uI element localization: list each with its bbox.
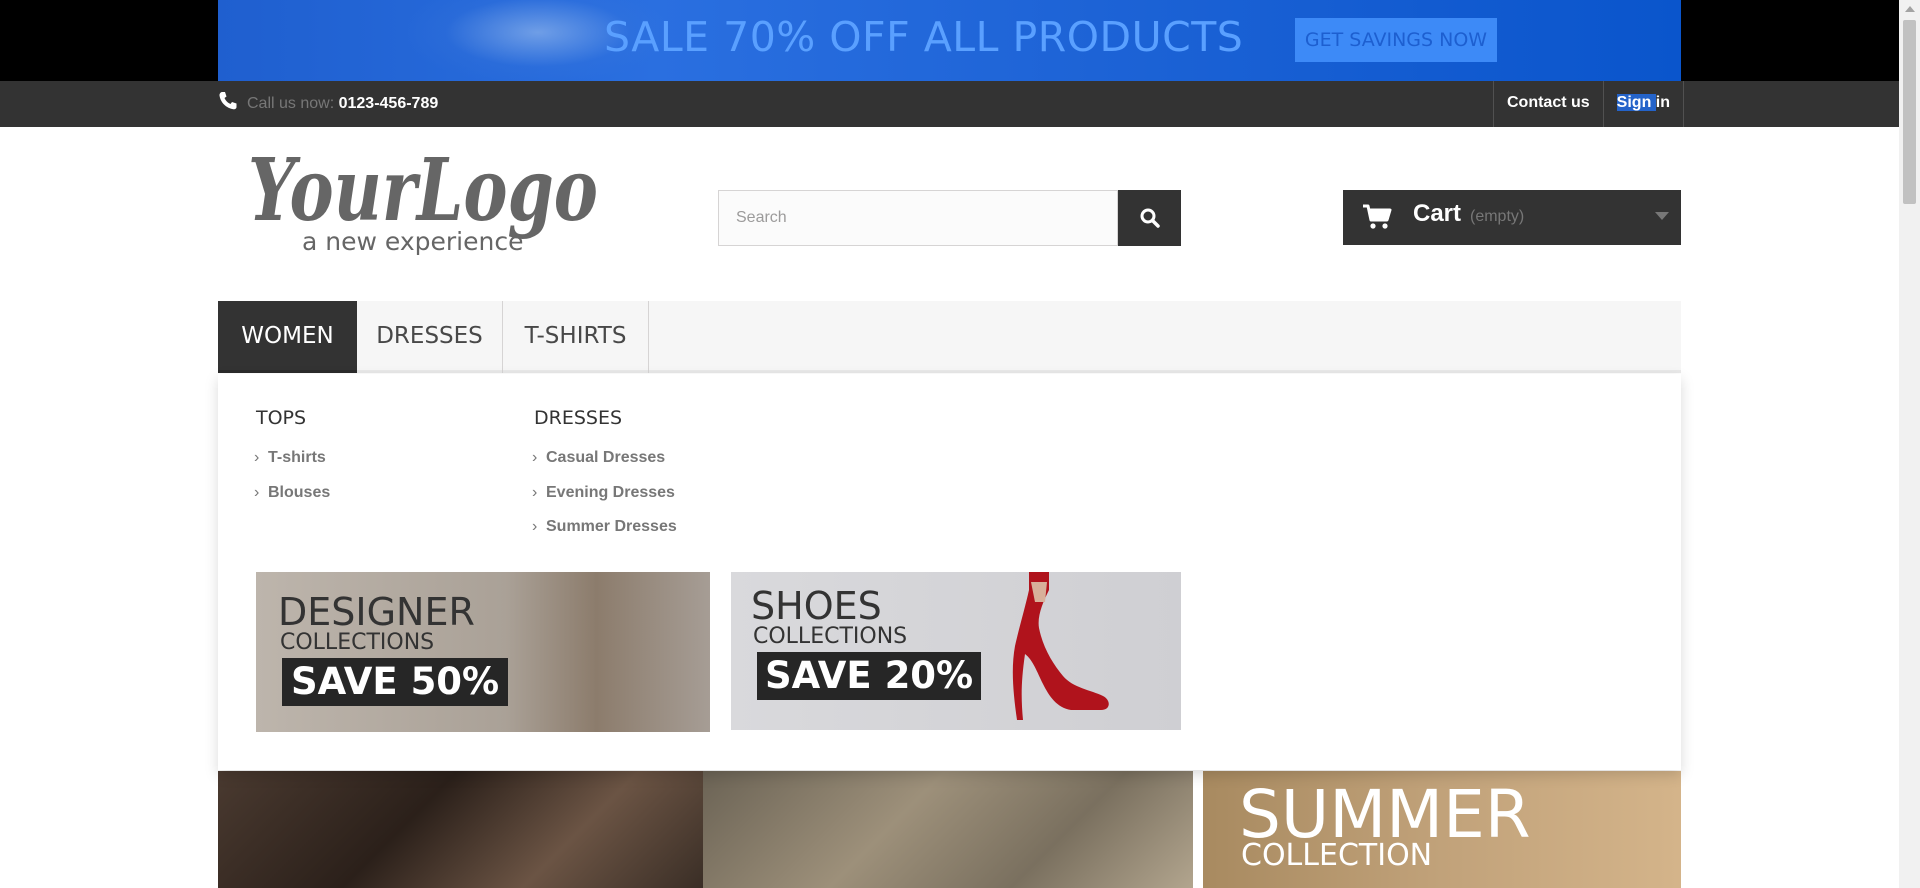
promo-discount: SAVE 20%	[757, 652, 982, 700]
category-title-tops[interactable]: TOPS	[256, 407, 306, 429]
search-icon	[1140, 208, 1160, 228]
get-savings-button[interactable]: GET SAVINGS NOW	[1295, 18, 1497, 62]
subcategory-link[interactable]: › Summer Dresses	[532, 518, 677, 536]
logo-tagline: a new experience	[302, 227, 523, 256]
menu-item-dresses[interactable]: DRESSES	[357, 301, 503, 373]
search-input[interactable]: Search	[718, 190, 1118, 246]
subcategory-label: Blouses	[268, 484, 331, 501]
shopping-cart-icon	[1363, 204, 1392, 229]
chevron-right-icon: ›	[254, 449, 260, 466]
slider-image-3[interactable]: SUMMER COLLECTION	[1203, 771, 1681, 888]
subcategory-label: Summer Dresses	[546, 518, 677, 535]
cart-button[interactable]: Cart (empty)	[1343, 190, 1681, 245]
cart-label: Cart	[1413, 200, 1462, 227]
sign-in-link[interactable]: Sign in	[1602, 81, 1684, 127]
scrollbar-thumb[interactable]	[1903, 20, 1916, 204]
main-menu: WOMEN DRESSES T-SHIRTS	[218, 301, 1681, 373]
contact-us-link[interactable]: Contact us	[1493, 81, 1603, 127]
designer-promo-banner[interactable]: DESIGNER COLLECTIONS SAVE 50%	[256, 572, 710, 732]
subcategory-label: Casual Dresses	[546, 449, 666, 466]
site-logo[interactable]: YourLogo a new experience	[246, 150, 606, 260]
chevron-right-icon: ›	[532, 484, 538, 501]
vertical-scrollbar[interactable]	[1899, 0, 1920, 888]
subcategory-label: T-shirts	[268, 449, 326, 466]
category-title-dresses[interactable]: DRESSES	[534, 407, 622, 429]
sale-banner[interactable]: SALE 70% OFF ALL PRODUCTS GET SAVINGS NO…	[218, 0, 1681, 81]
slider-image-2[interactable]	[703, 771, 1193, 888]
search-button[interactable]	[1118, 190, 1181, 246]
promo-title: DESIGNER	[278, 590, 475, 634]
subcategory-link[interactable]: › Evening Dresses	[532, 484, 675, 502]
sign-in-rest-text: in	[1655, 94, 1670, 111]
promo-subtitle: COLLECTIONS	[280, 630, 435, 655]
chevron-right-icon: ›	[532, 518, 538, 535]
call-us-label: Call us now:	[247, 95, 335, 112]
shoes-promo-banner[interactable]: SHOES COLLECTIONS SAVE 20%	[731, 572, 1181, 730]
subcategory-link[interactable]: › T-shirts	[254, 449, 326, 467]
chevron-right-icon: ›	[254, 484, 260, 501]
scroll-up-arrow-icon[interactable]	[1905, 6, 1915, 12]
cart-status: (empty)	[1470, 208, 1525, 225]
promo-subtitle: COLLECTIONS	[753, 624, 908, 649]
caret-down-icon	[1655, 212, 1669, 220]
chevron-right-icon: ›	[532, 449, 538, 466]
subcategory-link[interactable]: › Blouses	[254, 484, 330, 502]
phone-number: 0123-456-789	[338, 95, 439, 112]
slider-image-1[interactable]	[218, 771, 703, 888]
banner-headline: SALE 70% OFF ALL PRODUCTS	[604, 13, 1244, 61]
phone-icon	[219, 92, 237, 110]
red-shoe-image	[1012, 572, 1109, 720]
subcategory-link[interactable]: › Casual Dresses	[532, 449, 665, 467]
menu-item-tshirts[interactable]: T-SHIRTS	[503, 301, 649, 373]
menu-item-women[interactable]: WOMEN	[218, 301, 357, 373]
promo-discount: SAVE 50%	[282, 658, 509, 706]
top-links: Contact us Sign in	[1493, 81, 1684, 127]
promo-title: SHOES	[751, 584, 882, 628]
summer-subtitle: COLLECTION	[1241, 838, 1433, 873]
subcategory-label: Evening Dresses	[546, 484, 675, 501]
call-us-text: Call us now: 0123-456-789	[247, 95, 438, 113]
sign-in-selected-text: Sign	[1616, 94, 1656, 111]
